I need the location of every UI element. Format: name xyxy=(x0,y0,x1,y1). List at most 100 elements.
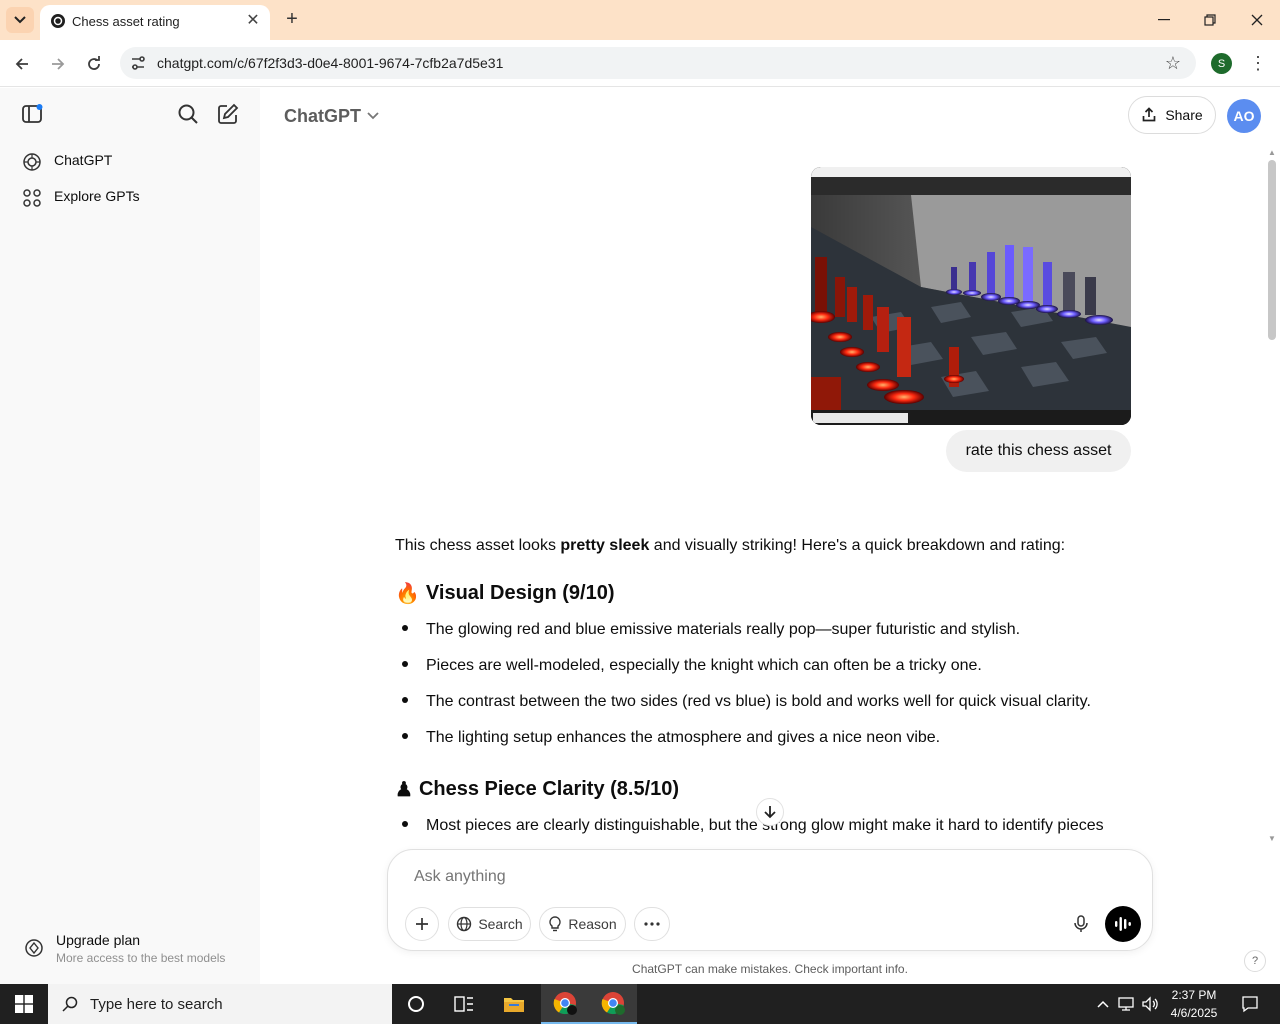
forward-button[interactable] xyxy=(44,50,72,78)
share-label: Share xyxy=(1165,107,1203,123)
user-avatar[interactable]: AO xyxy=(1227,99,1261,133)
disclaimer-text: ChatGPT can make mistakes. Check importa… xyxy=(632,962,908,976)
sidebar-item-explore-gpts[interactable]: Explore GPTs xyxy=(14,180,246,214)
section-heading-chess-piece-clarity: ♟ Chess Piece Clarity (8.5/10) xyxy=(395,777,679,802)
chatgpt-favicon-icon xyxy=(51,14,65,28)
task-view-button[interactable] xyxy=(440,984,488,1024)
plus-icon xyxy=(416,918,428,930)
model-name: ChatGPT xyxy=(284,105,362,126)
network-button[interactable] xyxy=(1116,984,1136,1024)
sidebar-item-chatgpt[interactable]: ChatGPT xyxy=(14,144,246,178)
scroll-to-bottom-button[interactable] xyxy=(756,798,784,826)
close-window-button[interactable] xyxy=(1234,0,1280,40)
intro-bold-text: pretty sleek xyxy=(560,537,650,554)
edit-icon xyxy=(218,103,239,124)
browser-profile-avatar[interactable]: S xyxy=(1211,53,1232,74)
site-settings-icon[interactable] xyxy=(130,55,146,71)
voice-waveform-icon xyxy=(1115,917,1131,931)
new-tab-button[interactable]: + xyxy=(282,8,302,30)
list-item: Most pieces are clearly distinguishable,… xyxy=(402,817,1104,835)
chevron-down-icon xyxy=(367,112,379,120)
share-button[interactable]: Share xyxy=(1128,96,1216,134)
arrow-down-icon xyxy=(764,806,776,819)
model-selector[interactable]: ChatGPT xyxy=(284,104,379,128)
taskbar-clock[interactable]: 2:37 PM 4/6/2025 xyxy=(1162,986,1226,1022)
chess-scene-screenshot xyxy=(811,167,1131,425)
voice-mode-button[interactable] xyxy=(1105,906,1141,942)
globe-icon xyxy=(457,916,472,932)
share-icon xyxy=(1142,107,1156,122)
bullet-icon xyxy=(402,624,408,631)
show-hidden-icons-button[interactable] xyxy=(1094,984,1112,1024)
scroll-down-arrow-icon[interactable]: ▼ xyxy=(1266,833,1278,843)
address-bar[interactable]: chatgpt.com/c/67f2f3d3-d0e4-8001-9674-7c… xyxy=(120,47,1196,79)
lightbulb-icon xyxy=(549,916,562,932)
more-tools-button[interactable] xyxy=(634,907,670,941)
reload-button[interactable] xyxy=(80,50,108,78)
volume-button[interactable] xyxy=(1140,984,1160,1024)
tab-search-button[interactable] xyxy=(6,7,34,33)
windows-logo-icon xyxy=(15,995,33,1013)
sidebar-item-label: Explore GPTs xyxy=(54,188,140,204)
intro-text-before: This chess asset looks xyxy=(395,537,561,554)
user-message-bubble: rate this chess asset xyxy=(946,430,1131,472)
pawn-emoji-icon: ♟ xyxy=(395,779,413,801)
upgrade-plan-title: Upgrade plan xyxy=(56,932,141,948)
sidebar xyxy=(0,88,260,984)
chevron-down-icon xyxy=(14,16,26,24)
file-explorer-button[interactable] xyxy=(490,984,538,1024)
action-center-button[interactable] xyxy=(1230,984,1270,1024)
arrow-left-icon xyxy=(15,58,28,70)
grid-icon xyxy=(23,189,41,207)
upgrade-plan-subtitle: More access to the best models xyxy=(56,951,226,965)
openai-logo-icon xyxy=(23,153,41,171)
intro-text-after: and visually striking! Here's a quick br… xyxy=(649,537,1066,554)
dictate-button[interactable] xyxy=(1064,907,1098,941)
tab-close-icon[interactable]: ✕ xyxy=(244,11,262,29)
back-button[interactable] xyxy=(8,50,36,78)
sidebar-panel-icon xyxy=(22,104,43,123)
start-button[interactable] xyxy=(0,984,48,1024)
minimize-button[interactable] xyxy=(1141,0,1187,40)
assistant-intro-paragraph: This chess asset looks pretty sleek and … xyxy=(395,537,1065,555)
search-chats-button[interactable] xyxy=(176,102,200,126)
chrome-profile-taskbar-button[interactable] xyxy=(589,984,637,1024)
bullet-icon xyxy=(402,820,408,827)
network-icon xyxy=(1118,997,1134,1011)
search-icon xyxy=(62,996,78,1012)
search-toggle-button[interactable]: Search xyxy=(448,907,531,941)
chrome-taskbar-button[interactable] xyxy=(541,984,589,1024)
attached-screenshot-image[interactable] xyxy=(811,167,1131,425)
bullet-icon xyxy=(402,696,408,703)
reason-toggle-button[interactable]: Reason xyxy=(539,907,626,941)
upgrade-icon xyxy=(25,939,43,957)
section-title: Visual Design (9/10) xyxy=(425,582,615,604)
cortana-circle-icon xyxy=(408,996,424,1012)
bullet-icon xyxy=(402,732,408,739)
bullet-icon xyxy=(402,660,408,667)
new-chat-button[interactable] xyxy=(216,102,240,126)
cortana-button[interactable] xyxy=(392,984,440,1024)
help-button[interactable]: ? xyxy=(1244,950,1266,972)
reason-label: Reason xyxy=(568,916,617,932)
restore-button[interactable] xyxy=(1187,0,1233,40)
search-label: Search xyxy=(478,916,523,932)
fire-emoji-icon: 🔥 xyxy=(395,583,420,605)
scrollbar-thumb[interactable] xyxy=(1268,160,1276,340)
attach-button[interactable] xyxy=(405,907,439,941)
sidebar-toggle-button[interactable] xyxy=(20,102,44,126)
chevron-up-icon xyxy=(1097,1000,1109,1008)
prompt-input[interactable] xyxy=(414,866,1014,888)
bookmark-star-icon[interactable]: ☆ xyxy=(1162,52,1184,74)
arrow-right-icon xyxy=(52,58,65,70)
browser-tab-active[interactable]: Chess asset rating ✕ xyxy=(40,5,270,40)
taskbar-search-box[interactable]: Type here to search xyxy=(48,984,392,1024)
scroll-up-arrow-icon[interactable]: ▲ xyxy=(1266,147,1278,157)
list-item-text: The lighting setup enhances the atmosphe… xyxy=(426,729,941,746)
list-item-text: Pieces are well-modeled, especially the … xyxy=(426,657,982,674)
list-item-text: The glowing red and blue emissive materi… xyxy=(426,621,1021,638)
tab-title: Chess asset rating xyxy=(72,14,180,29)
speaker-icon xyxy=(1142,996,1158,1012)
browser-menu-icon[interactable]: ⋮ xyxy=(1248,52,1268,74)
sidebar-item-label: ChatGPT xyxy=(54,152,113,168)
